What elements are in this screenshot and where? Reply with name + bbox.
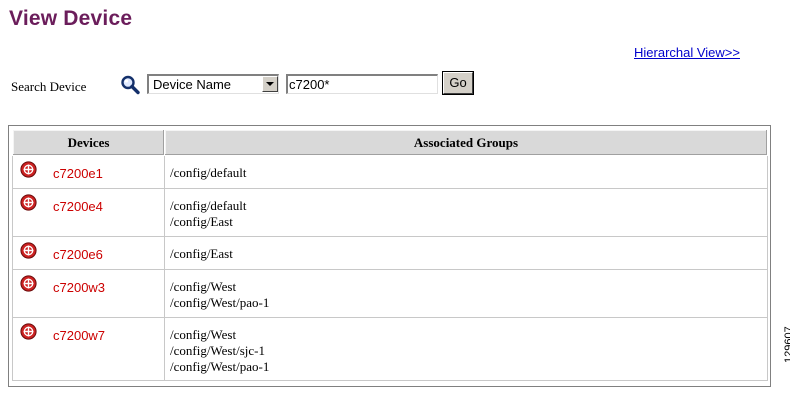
device-cell: c7200w3 bbox=[12, 269, 165, 318]
device-link[interactable]: c7200w3 bbox=[53, 280, 105, 295]
group-path: /config/West/pao-1 bbox=[170, 295, 270, 310]
group-path: /config/default bbox=[170, 198, 247, 213]
magnifier-icon[interactable] bbox=[119, 74, 141, 96]
table-row: c7200e4 /config/default /config/East bbox=[12, 188, 768, 237]
table-row: c7200e6 /config/East bbox=[12, 236, 768, 270]
router-icon bbox=[20, 242, 37, 259]
groups-cell: /config/default bbox=[164, 155, 768, 189]
table-row: c7200w3 /config/West /config/West/pao-1 bbox=[12, 269, 768, 318]
hierarchical-view-link[interactable]: Hierarchal View>> bbox=[634, 45, 740, 60]
groups-cell: /config/East bbox=[164, 236, 768, 270]
search-bar: Search Device Device Name Go bbox=[9, 70, 489, 98]
group-path: /config/West/pao-1 bbox=[170, 359, 270, 374]
device-cell: c7200e6 bbox=[12, 236, 165, 270]
group-path: /config/default bbox=[170, 165, 247, 180]
device-link[interactable]: c7200e6 bbox=[53, 247, 103, 262]
router-icon bbox=[20, 161, 37, 178]
device-link[interactable]: c7200w7 bbox=[53, 328, 105, 343]
go-button[interactable]: Go bbox=[442, 71, 474, 95]
devices-table-frame: Devices Associated Groups c7200e1 /confi… bbox=[8, 125, 771, 387]
device-cell: c7200e4 bbox=[12, 188, 165, 237]
chevron-down-icon[interactable] bbox=[262, 76, 278, 92]
groups-cell: /config/West /config/West/sjc-1 /config/… bbox=[164, 317, 768, 381]
search-field-select[interactable]: Device Name bbox=[147, 74, 279, 94]
group-path: /config/East bbox=[170, 246, 233, 261]
group-path: /config/East bbox=[170, 214, 233, 229]
router-icon bbox=[20, 323, 37, 340]
column-header-devices: Devices bbox=[12, 129, 165, 156]
groups-cell: /config/default /config/East bbox=[164, 188, 768, 237]
table-row: c7200w7 /config/West /config/West/sjc-1 … bbox=[12, 317, 768, 381]
group-path: /config/West bbox=[170, 327, 237, 342]
router-icon bbox=[20, 275, 37, 292]
search-device-label: Search Device bbox=[11, 79, 87, 94]
device-cell: c7200w7 bbox=[12, 317, 165, 381]
device-cell: c7200e1 bbox=[12, 155, 165, 189]
search-input[interactable] bbox=[286, 74, 438, 94]
group-path: /config/West bbox=[170, 279, 237, 294]
router-icon bbox=[20, 194, 37, 211]
devices-table: Devices Associated Groups c7200e1 /confi… bbox=[12, 129, 768, 381]
page-title: View Device bbox=[9, 7, 133, 30]
device-link[interactable]: c7200e4 bbox=[53, 199, 103, 214]
search-field-select-value: Device Name bbox=[153, 77, 232, 92]
table-row: c7200e1 /config/default bbox=[12, 155, 768, 189]
figure-number: 129607 bbox=[783, 326, 790, 363]
table-header-row: Devices Associated Groups bbox=[12, 129, 768, 156]
device-link[interactable]: c7200e1 bbox=[53, 166, 103, 181]
group-path: /config/West/sjc-1 bbox=[170, 343, 265, 358]
column-header-associated-groups: Associated Groups bbox=[164, 129, 768, 156]
groups-cell: /config/West /config/West/pao-1 bbox=[164, 269, 768, 318]
